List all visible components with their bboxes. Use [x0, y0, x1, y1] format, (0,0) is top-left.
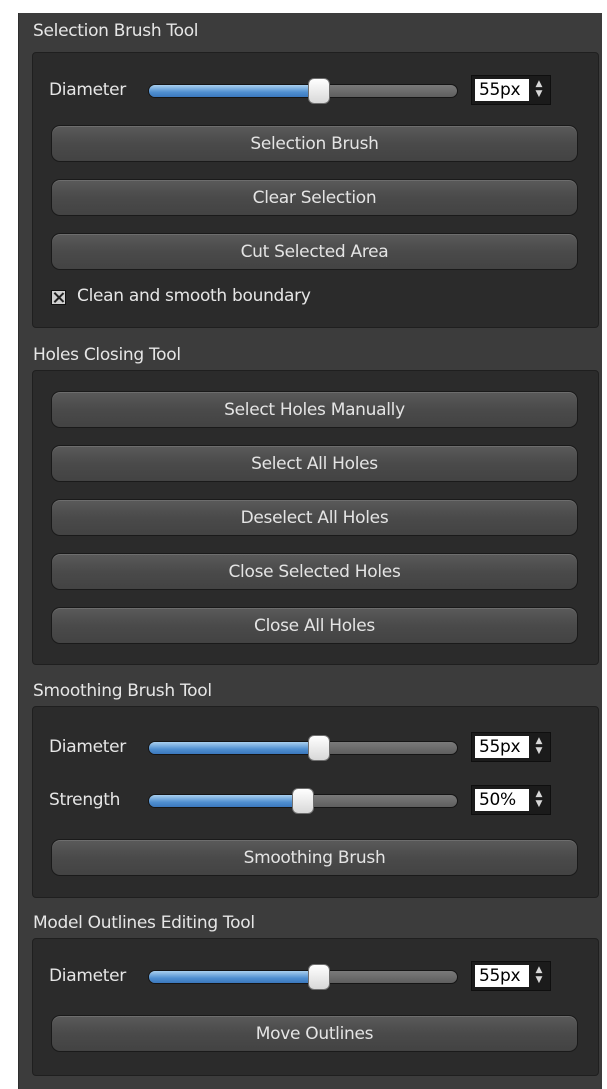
slider-thumb[interactable]	[308, 964, 330, 990]
strength-label: Strength	[49, 790, 121, 810]
diameter-value[interactable]: 55px	[475, 79, 529, 101]
slider-track	[148, 84, 458, 98]
slider-thumb[interactable]	[292, 788, 314, 814]
slider-track	[148, 741, 458, 755]
diameter-spinbox[interactable]: 55px ▲ ▼	[471, 961, 551, 991]
group-outlines: Diameter 55px ▲ ▼ Move Outlines	[32, 938, 599, 1076]
diameter-spinbox[interactable]: 55px ▲ ▼	[471, 732, 551, 762]
diameter-label: Diameter	[49, 737, 126, 757]
checked-box-icon[interactable]	[51, 290, 66, 305]
diameter-value[interactable]: 55px	[475, 736, 529, 758]
diameter-label: Diameter	[49, 80, 126, 100]
select-all-holes-button[interactable]: Select All Holes	[51, 445, 578, 482]
slider-fill	[149, 85, 320, 97]
strength-spinbox[interactable]: 50% ▲ ▼	[471, 785, 551, 815]
group-holes: Select Holes Manually Select All Holes D…	[32, 370, 599, 665]
diameter-value[interactable]: 55px	[475, 965, 529, 987]
up-down-arrows-icon[interactable]: ▲ ▼	[530, 789, 548, 811]
deselect-all-holes-button[interactable]: Deselect All Holes	[51, 499, 578, 536]
up-down-arrows-icon[interactable]: ▲ ▼	[530, 79, 548, 101]
clean-smooth-boundary-label[interactable]: Clean and smooth boundary	[77, 286, 311, 306]
smoothing-brush-button[interactable]: Smoothing Brush	[51, 839, 578, 876]
section-title-smoothing: Smoothing Brush Tool	[33, 681, 212, 701]
group-selection: Diameter 55px ▲ ▼ Selection Brush Clear S…	[32, 52, 599, 328]
slider-fill	[149, 742, 320, 754]
strength-slider[interactable]	[148, 788, 458, 814]
diameter-slider[interactable]	[148, 735, 458, 761]
close-all-holes-button[interactable]: Close All Holes	[51, 607, 578, 644]
slider-track	[148, 970, 458, 984]
selection-brush-button[interactable]: Selection Brush	[51, 125, 578, 162]
diameter-spinbox[interactable]: 55px ▲ ▼	[471, 75, 551, 105]
tool-panel: Selection Brush Tool Diameter 55px ▲ ▼ Se…	[18, 13, 602, 1089]
slider-thumb[interactable]	[308, 735, 330, 761]
section-title-holes: Holes Closing Tool	[33, 345, 181, 365]
up-down-arrows-icon[interactable]: ▲ ▼	[530, 965, 548, 987]
section-title-outlines: Model Outlines Editing Tool	[33, 913, 255, 933]
up-down-arrows-icon[interactable]: ▲ ▼	[530, 736, 548, 758]
strength-value[interactable]: 50%	[475, 789, 529, 811]
diameter-label: Diameter	[49, 966, 126, 986]
slider-thumb[interactable]	[308, 78, 330, 104]
slider-fill	[149, 971, 320, 983]
slider-fill	[149, 795, 304, 807]
section-title-selection: Selection Brush Tool	[33, 21, 199, 41]
move-outlines-button[interactable]: Move Outlines	[51, 1015, 578, 1052]
close-selected-holes-button[interactable]: Close Selected Holes	[51, 553, 578, 590]
clear-selection-button[interactable]: Clear Selection	[51, 179, 578, 216]
cut-selected-area-button[interactable]: Cut Selected Area	[51, 233, 578, 270]
diameter-slider[interactable]	[148, 964, 458, 990]
diameter-slider[interactable]	[148, 78, 458, 104]
select-holes-manually-button[interactable]: Select Holes Manually	[51, 391, 578, 428]
group-smoothing: Diameter 55px ▲ ▼ Strength 50% ▲ ▼ Smoothi…	[32, 706, 599, 898]
